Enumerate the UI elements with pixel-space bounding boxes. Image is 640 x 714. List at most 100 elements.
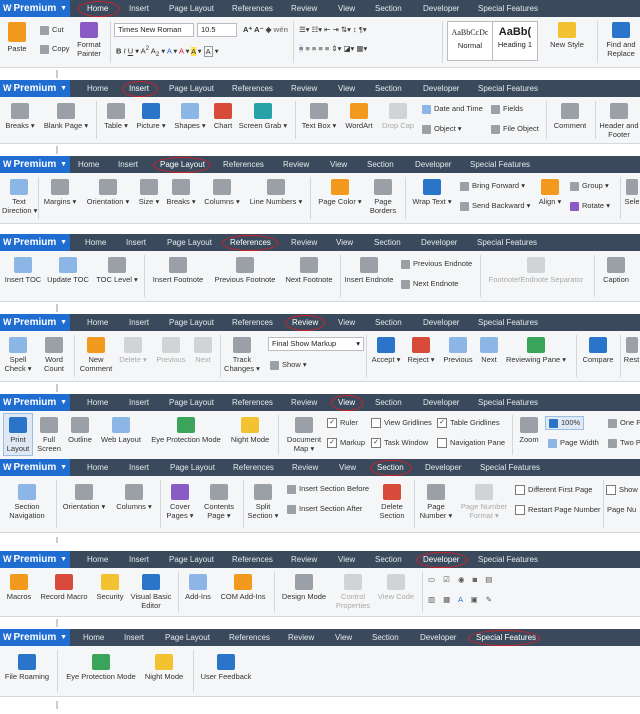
tab-special-features[interactable]: Special Features <box>478 314 538 331</box>
tab-review[interactable]: Review <box>288 629 314 646</box>
premium-button[interactable]: W Premium ▼ <box>0 0 70 17</box>
record-macro-button[interactable]: Record Macro <box>38 574 90 601</box>
footnote-separator-button[interactable]: Footnote/Endnote Separator <box>484 257 588 284</box>
previous-comment-button[interactable]: Previous <box>152 337 190 364</box>
insert-footnote-button[interactable]: Insert Footnote <box>150 257 206 284</box>
premium-button[interactable]: W Premium ▼ <box>0 459 70 476</box>
fields-button[interactable]: Fields <box>491 104 523 114</box>
tab-page-layout[interactable]: Page Layout <box>169 394 214 411</box>
cut-button[interactable]: Cut <box>40 25 64 35</box>
list-buttons[interactable]: ☰▾ ☷▾ ⇤ ⇥ ⇅▾ ↕ ¶▾ <box>299 25 367 35</box>
object-button[interactable]: Object ▾ <box>422 124 462 134</box>
next-change-button[interactable]: Next <box>478 337 500 364</box>
breaks-button[interactable]: Breaks ▾ <box>166 179 196 206</box>
tab-home[interactable]: Home <box>78 156 99 173</box>
tab-references[interactable]: References <box>223 156 264 173</box>
file-object-button[interactable]: File Object <box>491 124 539 134</box>
night-mode-button[interactable]: Night Mode <box>228 417 272 444</box>
align-button[interactable]: Align ▾ <box>536 179 564 206</box>
tab-developer[interactable]: Developer <box>423 314 459 331</box>
task-window-checkbox[interactable]: ✓ Task Window <box>371 438 428 449</box>
date-time-button[interactable]: Date and Time <box>422 104 483 114</box>
tab-developer[interactable]: Developer <box>415 156 451 173</box>
tab-view[interactable]: View <box>339 459 356 476</box>
tab-insert[interactable]: Insert <box>124 629 144 646</box>
zoom-100-button[interactable]: 100% <box>545 416 585 430</box>
tab-view[interactable]: View <box>335 629 352 646</box>
previous-change-button[interactable]: Previous <box>440 337 476 364</box>
next-comment-button[interactable]: Next <box>192 337 214 364</box>
next-footnote-button[interactable]: Next Footnote <box>283 257 335 284</box>
align-buttons[interactable]: ≡ ≡ ≡ ≡ ≡ ⇕▾ ◪▾ ▦▾ <box>299 44 367 54</box>
orientation-button[interactable]: Orientation ▾ <box>60 484 108 511</box>
next-endnote-button[interactable]: Next Endnote <box>401 279 458 289</box>
format-painter-button[interactable]: Format Painter <box>74 22 104 58</box>
tab-special-features[interactable]: Special Features <box>478 0 538 17</box>
shapes-button[interactable]: Shapes ▾ <box>172 103 208 130</box>
tab-home[interactable]: Home <box>85 234 106 251</box>
eye-protection-button[interactable]: Eye Protection Mode <box>148 417 224 444</box>
tab-developer[interactable]: Developer <box>421 234 457 251</box>
split-section-button[interactable]: Split Section ▾ <box>246 484 280 520</box>
show-button[interactable]: Show ▾ <box>270 360 307 370</box>
style-heading-1[interactable]: AaBb( Heading 1 <box>492 21 538 61</box>
spell-check-button[interactable]: Spell Check ▾ <box>4 337 32 373</box>
ruler-checkbox[interactable]: ✓ Ruler <box>327 418 358 429</box>
tab-section[interactable]: Section <box>375 0 402 17</box>
track-changes-button[interactable]: Track Changes ▾ <box>224 337 260 373</box>
paste-button[interactable]: Paste <box>5 22 29 53</box>
tab-developer[interactable]: Developer <box>423 80 459 97</box>
tab-references[interactable]: References <box>232 394 273 411</box>
text-box-button[interactable]: Text Box ▾ <box>300 103 338 130</box>
tab-home[interactable]: Home <box>83 629 104 646</box>
tab-references[interactable]: References <box>229 629 270 646</box>
page-width-button[interactable]: Page Width <box>548 438 599 448</box>
tab-home[interactable]: Home <box>87 314 108 331</box>
screen-grab-button[interactable]: Screen Grab ▾ <box>238 103 288 130</box>
tab-review[interactable]: Review <box>291 234 317 251</box>
tab-review[interactable]: Review <box>291 551 317 568</box>
tab-view[interactable]: View <box>338 551 355 568</box>
form-controls-row-2[interactable]: ▥ ▦ A ▣ ✎ <box>428 595 495 605</box>
tab-view[interactable]: View <box>338 0 355 17</box>
design-mode-button[interactable]: Design Mode <box>279 574 329 601</box>
tab-home[interactable]: Home <box>87 80 108 97</box>
tab-review[interactable]: Review <box>291 394 317 411</box>
tab-home[interactable]: Home <box>87 459 108 476</box>
tab-view[interactable]: View <box>336 234 353 251</box>
update-toc-button[interactable]: Update TOC <box>46 257 90 284</box>
tab-insert[interactable]: Insert <box>129 551 149 568</box>
comment-button[interactable]: Comment <box>550 103 590 130</box>
premium-button[interactable]: W Premium ▼ <box>0 234 70 251</box>
insert-endnote-button[interactable]: Insert Endnote <box>344 257 394 284</box>
reject-button[interactable]: Reject ▾ <box>406 337 436 364</box>
tab-view[interactable]: View <box>330 156 347 173</box>
drop-cap-button[interactable]: Drop Cap <box>380 103 416 130</box>
eye-protection-button[interactable]: Eye Protection Mode <box>63 654 139 681</box>
tab-home[interactable]: Home <box>87 551 108 568</box>
tab-section[interactable]: Section <box>372 629 399 646</box>
vba-editor-button[interactable]: Visual Basic Editor <box>128 574 174 610</box>
tab-page-layout[interactable]: Page Layout <box>167 234 212 251</box>
different-first-page-checkbox[interactable]: Different First Page <box>515 485 592 496</box>
select-button[interactable]: Sele <box>624 179 640 206</box>
tab-page-layout[interactable]: Page Layout <box>169 551 214 568</box>
line-numbers-button[interactable]: Line Numbers ▾ <box>248 179 304 206</box>
tab-review[interactable]: Review <box>283 156 309 173</box>
tab-special-features[interactable]: Special Features <box>477 234 537 251</box>
tab-references[interactable]: References <box>233 459 274 476</box>
show-checkbox[interactable]: Show <box>606 485 638 496</box>
text-direction-button[interactable]: Text Direction ▾ <box>2 179 37 215</box>
toc-level-button[interactable]: TOC Level ▾ <box>96 257 138 284</box>
new-comment-button[interactable]: New Comment <box>78 337 114 373</box>
tab-page-layout[interactable]: Page Layout <box>170 459 215 476</box>
insert-toc-button[interactable]: Insert TOC <box>4 257 42 284</box>
tab-insert[interactable]: Insert <box>129 459 149 476</box>
page-borders-button[interactable]: Page Borders <box>368 179 398 215</box>
tab-developer[interactable]: Developer <box>423 394 459 411</box>
caption-button[interactable]: Caption <box>600 257 632 284</box>
premium-button[interactable]: W Premium ▼ <box>0 156 70 173</box>
font-format-buttons[interactable]: B I U ▾ A2 A2 ▾ A ▾ A ▾ A ▾ A ▾ <box>116 44 219 60</box>
document-map-button[interactable]: Document Map ▾ <box>284 417 324 453</box>
tab-insert[interactable]: Insert <box>129 314 149 331</box>
